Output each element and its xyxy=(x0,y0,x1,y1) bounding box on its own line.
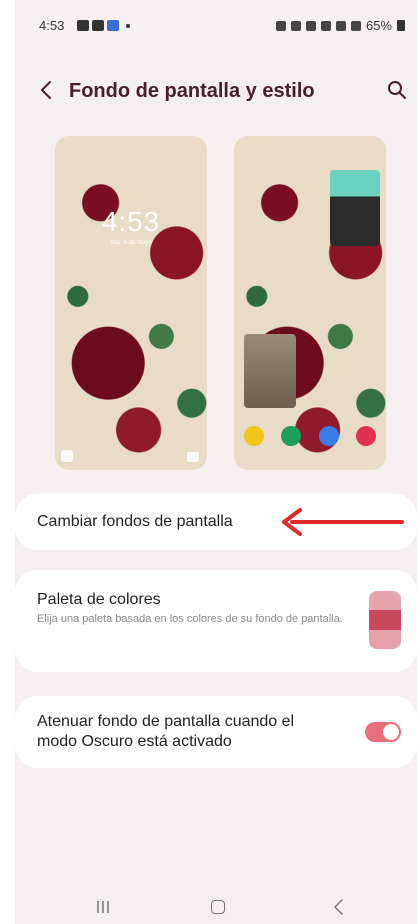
lock-screen-date: mar, 6 de mayo xyxy=(110,240,152,246)
color-palette-item[interactable]: Paleta de colores Elija una paleta basad… xyxy=(15,570,417,672)
status-bar: 4:53 65% xyxy=(15,16,417,38)
signal-icon xyxy=(350,20,361,31)
dim-wallpaper-toggle[interactable] xyxy=(365,722,401,742)
header: Fondo de pantalla y estilo xyxy=(15,72,417,112)
dim-wallpaper-label: Atenuar fondo de pantalla cuando el modo… xyxy=(37,713,295,750)
battery-icon xyxy=(397,20,405,31)
dog-photo-widget xyxy=(330,170,380,246)
gallery-notification-icon xyxy=(77,20,89,31)
messages-app-icon xyxy=(318,426,339,446)
navigation-bar xyxy=(15,892,417,924)
more-notifications-dot-icon xyxy=(126,24,130,28)
alarm-icon xyxy=(275,20,286,31)
bixby-app-icon xyxy=(244,426,264,446)
bluetooth-icon xyxy=(305,20,316,31)
phone-app-icon xyxy=(281,426,302,446)
palette-swatch xyxy=(369,591,401,649)
system-status-icons: 65% xyxy=(275,18,405,33)
change-wallpaper-item[interactable]: Cambiar fondos de pantalla xyxy=(15,494,417,550)
settings-screen: 4:53 65% Fondo de pantalla y estilo 4:53… xyxy=(15,0,417,924)
home-screen-preview[interactable] xyxy=(234,136,386,470)
palette-swatch-color xyxy=(369,591,401,611)
palette-swatch-color xyxy=(369,629,401,649)
color-palette-title: Paleta de colores xyxy=(37,591,161,608)
toggle-knob xyxy=(383,724,399,740)
lock-screen-preview[interactable]: 4:53 mar, 6 de mayo xyxy=(55,136,207,470)
annotation-arrow-icon xyxy=(282,508,404,536)
palette-swatch-color xyxy=(369,610,401,630)
home-icon[interactable] xyxy=(211,900,225,914)
sync-icon xyxy=(290,20,301,31)
phone-shortcut-icon xyxy=(61,450,73,462)
back-icon[interactable] xyxy=(331,898,347,916)
cat-photo-widget xyxy=(244,334,296,408)
change-wallpaper-label: Cambiar fondos de pantalla xyxy=(37,513,233,530)
app-notification-icon xyxy=(107,20,119,31)
notification-icons xyxy=(77,20,130,31)
app-dock xyxy=(244,426,376,446)
lock-screen-clock: 4:53 xyxy=(101,206,161,237)
recent-apps-icon[interactable] xyxy=(95,900,111,914)
search-icon[interactable] xyxy=(385,78,409,102)
color-palette-description: Elija una paleta basada en los colores d… xyxy=(37,613,343,625)
battery-percent: 65% xyxy=(365,18,392,33)
mute-icon xyxy=(320,20,331,31)
image-notification-icon xyxy=(92,20,104,31)
dim-wallpaper-item[interactable]: Atenuar fondo de pantalla cuando el modo… xyxy=(15,696,417,768)
camera-shortcut-icon xyxy=(187,452,199,462)
camera-app-icon xyxy=(355,426,376,446)
status-time: 4:53 xyxy=(39,18,65,33)
wifi-icon xyxy=(335,20,346,31)
chevron-left-icon[interactable] xyxy=(35,78,59,102)
page-title: Fondo de pantalla y estilo xyxy=(69,80,315,102)
